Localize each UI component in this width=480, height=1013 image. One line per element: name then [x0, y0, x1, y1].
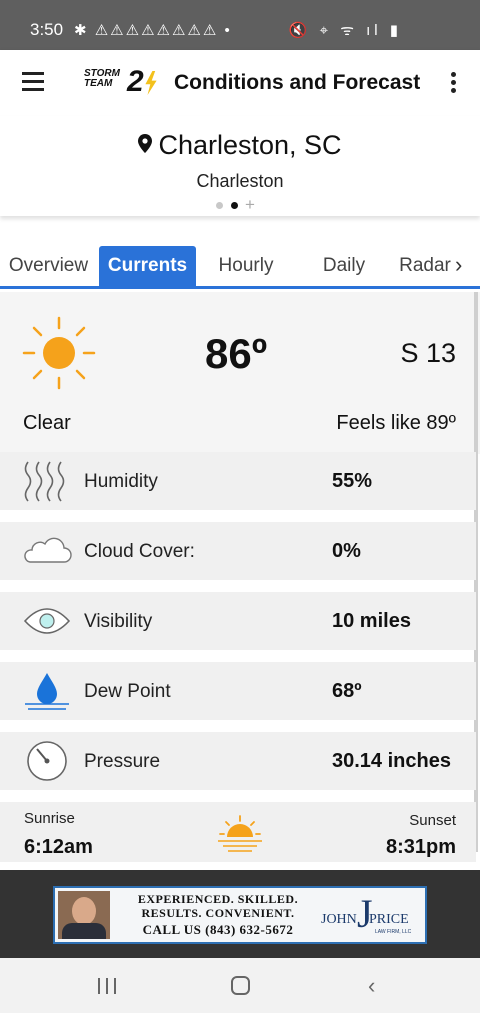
sunset-icon: [218, 815, 262, 852]
detail-value: 55%: [332, 470, 373, 492]
detail-value: 30.14 inches: [332, 750, 451, 772]
tab-radar[interactable]: Radar: [394, 246, 456, 286]
menu-icon[interactable]: [22, 72, 44, 92]
detail-value: 68º: [332, 680, 362, 702]
sunrise-label: Sunrise: [24, 810, 75, 827]
ad-brand-logo: JOHN J PRICE LAW FIRM, LLC: [319, 891, 425, 940]
logo-text: STORM TEAM: [84, 68, 120, 89]
tab-overview[interactable]: Overview: [0, 246, 97, 286]
droplet-icon: [25, 673, 69, 710]
ad-photo: [58, 891, 110, 939]
gauge-icon: [27, 741, 67, 781]
detail-label: Visibility: [84, 611, 153, 632]
chevron-right-icon[interactable]: ›: [455, 252, 462, 278]
detail-row-dew-point: Dew Point 68º: [0, 662, 476, 720]
home-icon[interactable]: [231, 976, 250, 995]
ad-brand-tagline: LAW FIRM, LLC: [375, 929, 412, 935]
add-location-icon[interactable]: +: [245, 195, 255, 215]
logo-number: 2: [127, 65, 144, 98]
app-bar: STORM TEAM 2 Conditions and Forecast: [0, 50, 480, 116]
tab-currents[interactable]: Currents: [99, 246, 196, 286]
more-options-icon[interactable]: [451, 72, 457, 94]
ad-bar: EXPERIENCED. SKILLED. RESULTS. CONVENIEN…: [0, 870, 480, 958]
detail-label: Cloud Cover:: [84, 541, 195, 562]
eye-icon: [23, 608, 71, 634]
ad-brand-last: PRICE: [369, 912, 409, 927]
detail-label: Pressure: [84, 751, 161, 772]
detail-row-cloud-cover: Cloud Cover: 0%: [0, 522, 476, 580]
page-dot-2-active[interactable]: [231, 202, 238, 209]
ad-phone: CALL US (843) 632-5672: [142, 922, 294, 937]
location-subtitle: Charleston: [196, 171, 284, 191]
ad-brand-first: JOHN: [321, 912, 357, 927]
sun-times: Sunrise 6:12am Sunset 8:31pm: [0, 802, 476, 862]
page-dot-1[interactable]: [216, 202, 223, 209]
wind-speed: S 13: [400, 338, 456, 368]
tab-daily[interactable]: Daily: [296, 246, 392, 286]
detail-value: 10 miles: [332, 610, 411, 632]
detail-label: Humidity: [84, 471, 158, 492]
tab-bar: Overview Currents Hourly Daily Radar ›: [0, 240, 480, 289]
detail-row-visibility: Visibility 10 miles: [0, 592, 476, 650]
lightning-bolt-icon: [145, 71, 157, 95]
sunset-label: Sunset: [409, 812, 456, 829]
ad-banner[interactable]: EXPERIENCED. SKILLED. RESULTS. CONVENIEN…: [53, 886, 427, 944]
sunset-time: 8:31pm: [385, 836, 456, 858]
humidity-icon: [24, 461, 65, 502]
status-bar: 3:50 ✱ ⚠⚠⚠⚠⚠⚠⚠⚠ • 🔇 ⌖ ᯤ ıl ▮: [0, 0, 480, 50]
back-icon[interactable]: ‹: [368, 973, 375, 999]
storm-team-logo: STORM TEAM 2: [84, 65, 162, 99]
location-city: Charleston, SC: [0, 130, 480, 161]
ad-line-2: RESULTS. CONVENIENT.: [141, 906, 295, 920]
tab-hourly[interactable]: Hourly: [198, 246, 294, 286]
location-card[interactable]: Charleston, SC Charleston +: [0, 116, 480, 216]
system-icons: 🔇 ⌖ ᯤ ıl ▮: [288, 22, 402, 39]
feels-like: Feels like 89º: [336, 412, 456, 434]
detail-label: Dew Point: [84, 681, 171, 702]
detail-row-pressure: Pressure 30.14 inches: [0, 732, 476, 790]
condition-text: Clear: [23, 412, 71, 434]
system-nav-bar: ‹: [0, 958, 480, 1013]
status-time: 3:50: [30, 20, 64, 39]
app-title: Conditions and Forecast: [174, 71, 421, 94]
detail-value: 0%: [332, 540, 361, 562]
cloud-icon: [24, 537, 72, 563]
detail-row-humidity: Humidity 55%: [0, 452, 476, 510]
recent-apps-icon[interactable]: [98, 978, 118, 994]
current-conditions: 86º S 13 Clear Feels like 89º: [0, 292, 480, 454]
ad-line-1: EXPERIENCED. SKILLED.: [137, 892, 299, 906]
sun-icon: [22, 316, 96, 390]
sunrise-time: 6:12am: [24, 836, 93, 858]
current-temperature: 86º: [205, 330, 268, 377]
page-indicator[interactable]: +: [216, 195, 266, 215]
notification-icons: ✱ ⚠⚠⚠⚠⚠⚠⚠⚠ •: [74, 22, 232, 39]
map-pin-icon: [138, 134, 153, 153]
